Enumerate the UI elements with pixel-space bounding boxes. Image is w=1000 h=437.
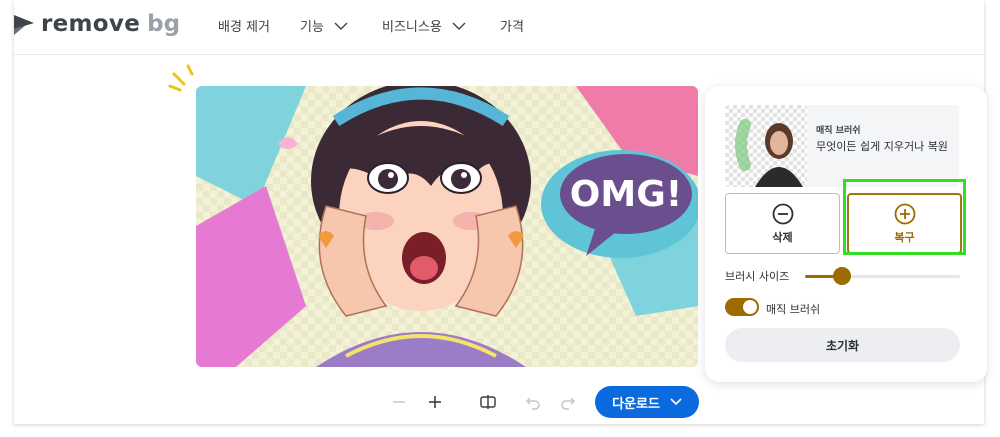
nav-business[interactable]: 비즈니스용: [382, 16, 466, 35]
logo-icon: [14, 15, 34, 35]
download-label: 다운로드: [612, 396, 660, 412]
magic-brush-panel: 매직 브러쉬 무엇이든 쉽게 지우거나 복원 삭제 복구 브러시 사이즈 매직 …: [705, 86, 987, 382]
nav-label: 비즈니스용: [382, 20, 442, 35]
brush-size-slider[interactable]: [805, 267, 960, 285]
nav-pricing[interactable]: 가격: [500, 16, 524, 35]
top-navigation: remove bg 배경 제거 기능 비즈니스용 가격: [14, 0, 984, 55]
edited-image: OMG!: [196, 86, 698, 367]
compare-icon: [480, 395, 496, 409]
brand-word-remove: remove: [41, 11, 141, 37]
toggle-knob: [743, 300, 757, 314]
brush-size-handle[interactable]: [833, 267, 852, 285]
thumbnail-image: [725, 105, 807, 187]
brush-size-label: 브러시 사이즈: [725, 270, 790, 283]
erase-button[interactable]: 삭제: [725, 193, 840, 254]
nav-label: 기능: [300, 20, 324, 35]
redo-icon: [561, 397, 576, 410]
brand-word-bg: bg: [147, 11, 181, 37]
magic-brush-toggle-label: 매직 브러쉬: [766, 303, 821, 316]
chevron-down-icon: [452, 22, 466, 30]
magic-brush-card: 매직 브러쉬 무엇이든 쉽게 지우거나 복원: [725, 105, 959, 187]
nav-label: 가격: [500, 20, 524, 35]
zoom-out-button[interactable]: [390, 393, 408, 411]
erase-label: 삭제: [772, 230, 793, 244]
undo-button[interactable]: [524, 393, 542, 411]
plus-icon: [429, 396, 441, 408]
chevron-down-icon: [334, 22, 348, 30]
circle-minus-icon: [772, 203, 793, 224]
image-preview[interactable]: OMG!: [196, 86, 698, 367]
download-button[interactable]: 다운로드: [595, 386, 699, 418]
magic-brush-thumbnail: [725, 105, 807, 187]
card-title: 매직 브러쉬: [816, 126, 861, 136]
reset-button[interactable]: 초기화: [725, 328, 960, 362]
restore-highlight-box: [843, 179, 966, 255]
omg-text: OMG!: [570, 174, 682, 215]
card-description: 무엇이든 쉽게 지우거나 복원: [816, 140, 948, 153]
zoom-in-button[interactable]: [426, 393, 444, 411]
magic-brush-toggle[interactable]: [725, 298, 759, 316]
nav-remove-background[interactable]: 배경 제거: [218, 16, 270, 35]
redo-button[interactable]: [559, 393, 577, 411]
sparkle-decoration: [168, 64, 194, 92]
chevron-down-icon: [670, 398, 682, 406]
compare-button[interactable]: [478, 393, 498, 411]
brand-logo[interactable]: remove bg: [14, 11, 180, 37]
nav-features[interactable]: 기능: [300, 16, 348, 35]
nav-label: 배경 제거: [218, 20, 270, 35]
minus-icon: [393, 401, 405, 403]
reset-label: 초기화: [825, 338, 860, 353]
undo-icon: [525, 397, 540, 410]
